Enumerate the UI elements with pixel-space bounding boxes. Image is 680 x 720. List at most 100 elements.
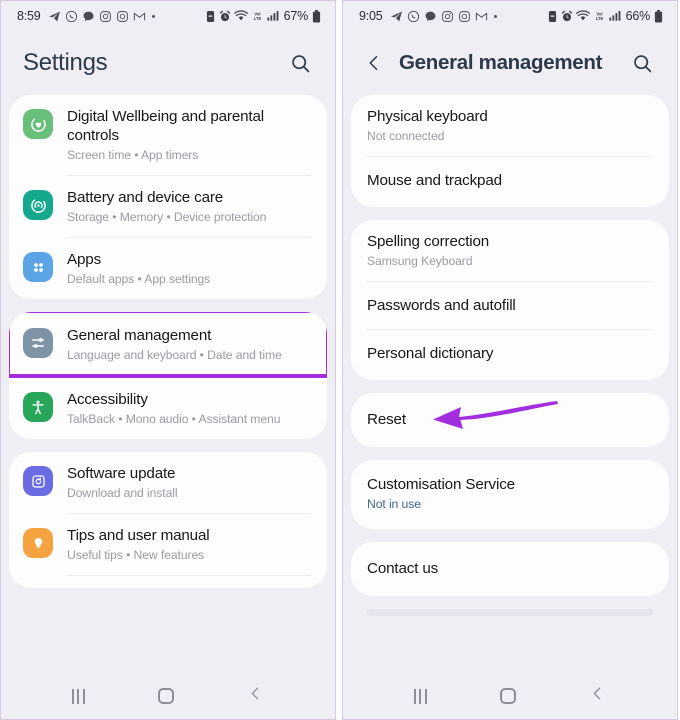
list-item[interactable]: Apps Default apps • App settings — [9, 238, 327, 299]
list-item-title: Battery and device care — [67, 189, 224, 206]
camera-icon — [458, 10, 471, 23]
dnd-icon — [547, 10, 558, 23]
home-icon[interactable] — [499, 688, 516, 704]
search-icon[interactable] — [283, 46, 317, 80]
status-right-group: Vol LTE 66% — [547, 9, 663, 23]
list-item-title: Apps — [67, 251, 102, 268]
status-right-group: Vol LTE 67% — [205, 9, 321, 23]
list-item[interactable]: Mouse and trackpad — [351, 157, 669, 207]
instagram-icon — [99, 10, 112, 23]
general-management-list[interactable]: Physical keyboard Not connected Mouse an… — [343, 95, 677, 673]
chat-bubble-icon — [424, 10, 437, 23]
list-item[interactable]: Battery and device care Storage • Memory… — [9, 176, 327, 237]
home-icon[interactable] — [157, 688, 174, 704]
list-item-subtitle: Storage • Memory • Device protection — [67, 210, 267, 224]
svg-text:LTE: LTE — [595, 16, 603, 21]
left-nav-bar — [1, 673, 335, 719]
gmail-icon — [475, 10, 488, 23]
page-title: Settings — [23, 49, 108, 76]
overflow-dot-icon — [151, 14, 155, 18]
list-item[interactable]: Digital Wellbeing and parental controls … — [9, 95, 327, 175]
status-time: 9:05 — [359, 9, 383, 23]
list-item-title: Software update — [67, 465, 176, 482]
whatsapp-icon — [407, 10, 420, 23]
list-item-title: Mouse and trackpad — [367, 172, 502, 189]
list-item-subtitle: Download and install — [67, 486, 178, 500]
right-status-bar: 9:05 Vol LTE 66% — [343, 1, 677, 31]
list-item-title: Customisation Service — [367, 476, 515, 493]
right-header: General management — [343, 31, 677, 95]
back-icon[interactable] — [589, 685, 606, 707]
alarm-icon — [219, 10, 231, 23]
left-settings-list[interactable]: Digital Wellbeing and parental controls … — [1, 95, 335, 673]
list-item-title: Reset — [367, 411, 406, 428]
search-icon[interactable] — [625, 46, 659, 80]
chat-bubble-icon — [82, 10, 95, 23]
alarm-icon — [561, 10, 573, 23]
screenshot-stage: 8:59 Vol LTE 67% Settings Digital Wellbe… — [0, 0, 680, 720]
list-item-subtitle: Not connected — [367, 129, 445, 143]
back-icon[interactable] — [247, 685, 264, 707]
signal-icon — [608, 10, 621, 22]
list-item-subtitle: Samsung Keyboard — [367, 254, 473, 268]
list-item[interactable]: Software update Download and install — [9, 452, 327, 513]
gm-card-reset: Reset — [351, 393, 669, 447]
left-phone-panel: 8:59 Vol LTE 67% Settings Digital Wellbe… — [0, 0, 336, 720]
list-item[interactable]: Physical keyboard Not connected — [351, 95, 669, 156]
list-item[interactable]: Contact us — [351, 542, 669, 596]
status-time: 8:59 — [17, 9, 41, 23]
list-item[interactable]: Customisation Service Not in use — [351, 460, 669, 529]
camera-icon — [116, 10, 129, 23]
gm-card-contact: Contact us — [351, 542, 669, 596]
wifi-icon — [575, 10, 590, 22]
settings-card-2: General management Language and keyboard… — [9, 312, 327, 439]
battery-care-icon — [23, 190, 53, 220]
dnd-icon — [205, 10, 216, 23]
list-item-title: Contact us — [367, 560, 439, 577]
battery-icon — [654, 9, 663, 23]
list-item-reset[interactable]: Reset — [351, 393, 669, 447]
telegram-icon — [390, 10, 403, 23]
sliders-icon — [23, 328, 53, 358]
status-left-group: 9:05 — [359, 9, 497, 23]
list-item-subtitle: Not in use — [367, 497, 421, 511]
status-left-group: 8:59 — [17, 9, 155, 23]
volte-icon: Vol LTE — [593, 10, 606, 22]
list-item[interactable]: Tips and user manual Useful tips • New f… — [9, 514, 327, 575]
settings-card-1: Digital Wellbeing and parental controls … — [9, 95, 327, 299]
left-header: Settings — [1, 31, 335, 95]
list-item-title: Tips and user manual — [67, 527, 210, 544]
list-item[interactable]: Accessibility TalkBack • Mono audio • As… — [9, 378, 327, 439]
gmail-icon — [133, 10, 146, 23]
list-item[interactable]: Personal dictionary — [351, 330, 669, 380]
gm-card-1: Physical keyboard Not connected Mouse an… — [351, 95, 669, 207]
list-item-subtitle: Useful tips • New features — [67, 548, 205, 562]
settings-card-3: Software update Download and install Tip… — [9, 452, 327, 588]
telegram-icon — [48, 10, 61, 23]
whatsapp-icon — [65, 10, 78, 23]
list-item-title: Passwords and autofill — [367, 297, 516, 314]
recent-apps-icon[interactable] — [71, 688, 85, 704]
list-item-title: Physical keyboard — [367, 108, 488, 125]
left-status-bar: 8:59 Vol LTE 67% — [1, 1, 335, 31]
list-item-title: General management — [67, 327, 212, 344]
accessibility-icon — [23, 392, 53, 422]
volte-icon: Vol LTE — [251, 10, 264, 22]
battery-percent: 66% — [625, 9, 651, 23]
back-chevron-icon[interactable] — [357, 46, 391, 80]
recent-apps-icon[interactable] — [413, 688, 427, 704]
sidebar-item-general-management[interactable]: General management Language and keyboard… — [9, 312, 327, 377]
signal-icon — [266, 10, 279, 22]
right-phone-panel: 9:05 Vol LTE 66% General management Phys… — [342, 0, 678, 720]
list-item[interactable]: Passwords and autofill — [351, 282, 669, 329]
battery-icon — [312, 9, 321, 23]
list-item-title: Accessibility — [67, 391, 148, 408]
battery-percent: 67% — [283, 9, 309, 23]
list-item-title: Digital Wellbeing and parental controls — [67, 108, 265, 144]
wifi-icon — [233, 10, 248, 22]
list-item-subtitle: Screen time • App timers — [67, 148, 199, 162]
software-update-icon — [23, 466, 53, 496]
list-item[interactable]: Spelling correction Samsung Keyboard — [351, 220, 669, 281]
page-title: General management — [399, 51, 603, 74]
list-item-subtitle: TalkBack • Mono audio • Assistant menu — [67, 412, 281, 426]
